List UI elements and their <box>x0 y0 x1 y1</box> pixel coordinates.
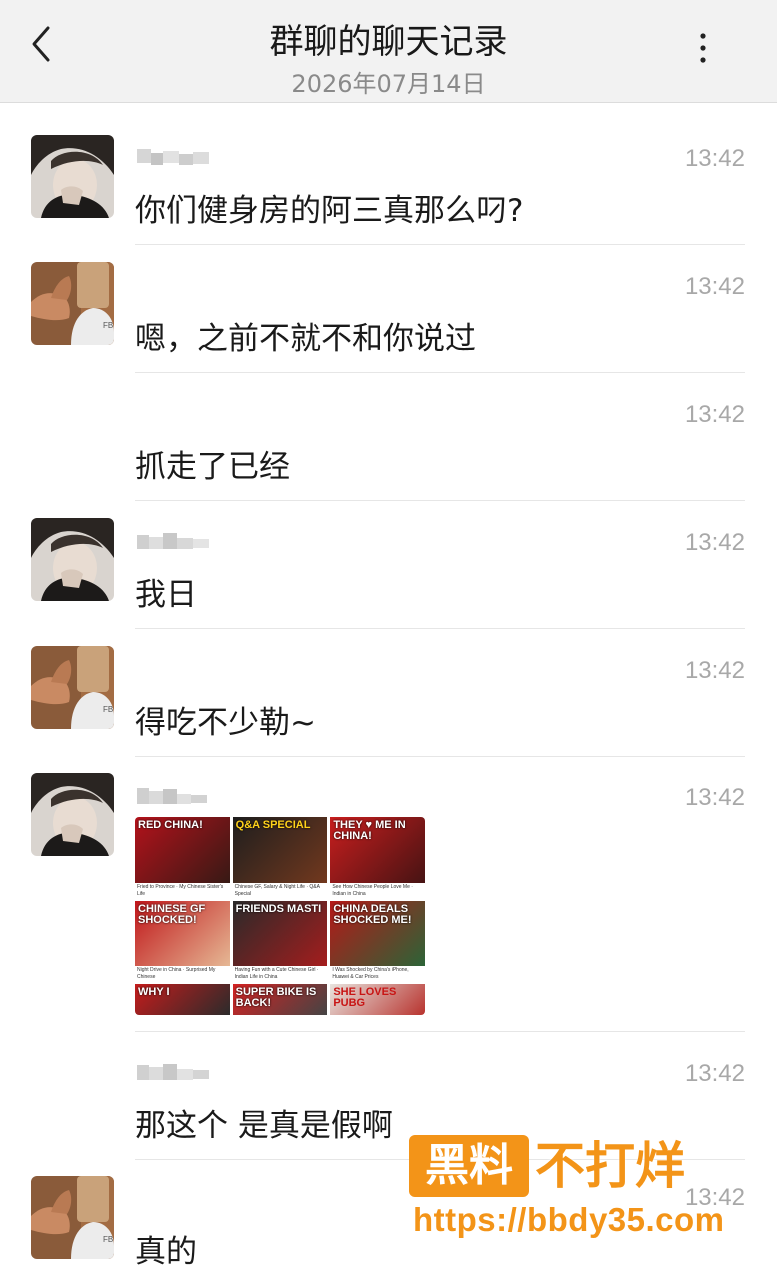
chat-date: 2026年07月14日 <box>291 70 486 98</box>
message-time: 13:42 <box>684 273 745 300</box>
watermark-badge: 黑料 <box>409 1135 529 1197</box>
message-text: 抓走了已经 <box>135 449 290 485</box>
image-tile: CHINESE GF SHOCKED! Night Drive in China… <box>135 900 230 982</box>
image-tile: CHINA DEALS SHOCKED ME! I Was Shocked by… <box>330 900 425 982</box>
image-tile: Q&A SPECIAL Chinese GF, Salary & Night L… <box>232 817 328 898</box>
message-text: 你们健身房的阿三真那么叼? <box>135 193 524 229</box>
image-tile: SUPER BIKE IS BACK! <box>232 984 328 1015</box>
image-tile: SHE LOVES PUBG <box>330 984 425 1015</box>
message-time: 13:42 <box>684 1060 745 1087</box>
blurred-nickname <box>135 143 215 169</box>
image-tile: THEY ♥ ME IN CHINA! See How Chinese Peop… <box>330 817 425 898</box>
image-tile: WHY I <box>135 984 230 1015</box>
avatar[interactable] <box>31 773 114 856</box>
avatar[interactable]: FB <box>31 646 114 729</box>
chat-message[interactable]: 13:42 你们健身房的阿三真那么叼? <box>0 103 777 245</box>
watermark-text: 不打烊 <box>535 1137 685 1195</box>
more-vertical-icon <box>700 33 706 63</box>
message-text: 那这个 是真是假啊 <box>135 1108 393 1144</box>
avatar[interactable] <box>31 135 114 218</box>
message-time: 13:42 <box>684 784 745 811</box>
svg-text:FB: FB <box>103 321 113 330</box>
message-time: 13:42 <box>684 657 745 684</box>
avatar[interactable]: FB <box>31 262 114 345</box>
top-bar: 群聊的聊天记录 2026年07月14日 <box>0 0 777 103</box>
blurred-nickname <box>135 782 215 808</box>
blurred-nickname <box>135 1058 215 1084</box>
chat-message[interactable]: FB 13:42 嗯，之前不就不和你说过 <box>0 245 777 373</box>
more-button[interactable] <box>686 28 720 68</box>
message-time: 13:42 <box>684 401 745 428</box>
blurred-nickname <box>135 527 215 553</box>
image-tile: RED CHINA! Fried to Province · My Chines… <box>135 817 230 898</box>
svg-text:FB: FB <box>103 1235 113 1244</box>
message-text: 我日 <box>135 577 197 613</box>
avatar[interactable] <box>31 518 114 601</box>
watermark: 黑料 不打烊 https://bbdy35.com <box>409 1135 739 1245</box>
message-text: 得吃不少勒~ <box>135 705 316 741</box>
message-text: 真的 <box>135 1234 197 1270</box>
image-tile: FRIENDS MASTI Having Fun with a Cute Chi… <box>232 900 328 982</box>
message-text: 嗯，之前不就不和你说过 <box>135 321 476 357</box>
message-time: 13:42 <box>684 145 745 172</box>
page-title: 群聊的聊天记录 <box>269 22 508 62</box>
chat-message[interactable]: 13:42 RED CHINA! Fried to Province · My … <box>0 757 777 1032</box>
message-image[interactable]: RED CHINA! Fried to Province · My Chines… <box>135 817 425 1015</box>
svg-text:FB: FB <box>103 705 113 714</box>
chat-message[interactable]: 13:42 我日 <box>0 501 777 629</box>
watermark-url: https://bbdy35.com <box>413 1201 725 1238</box>
avatar[interactable]: FB <box>31 1176 114 1259</box>
message-time: 13:42 <box>684 529 745 556</box>
chat-message[interactable]: FB 13:42 得吃不少勒~ <box>0 629 777 757</box>
chat-message[interactable]: 13:42 抓走了已经 <box>0 373 777 501</box>
